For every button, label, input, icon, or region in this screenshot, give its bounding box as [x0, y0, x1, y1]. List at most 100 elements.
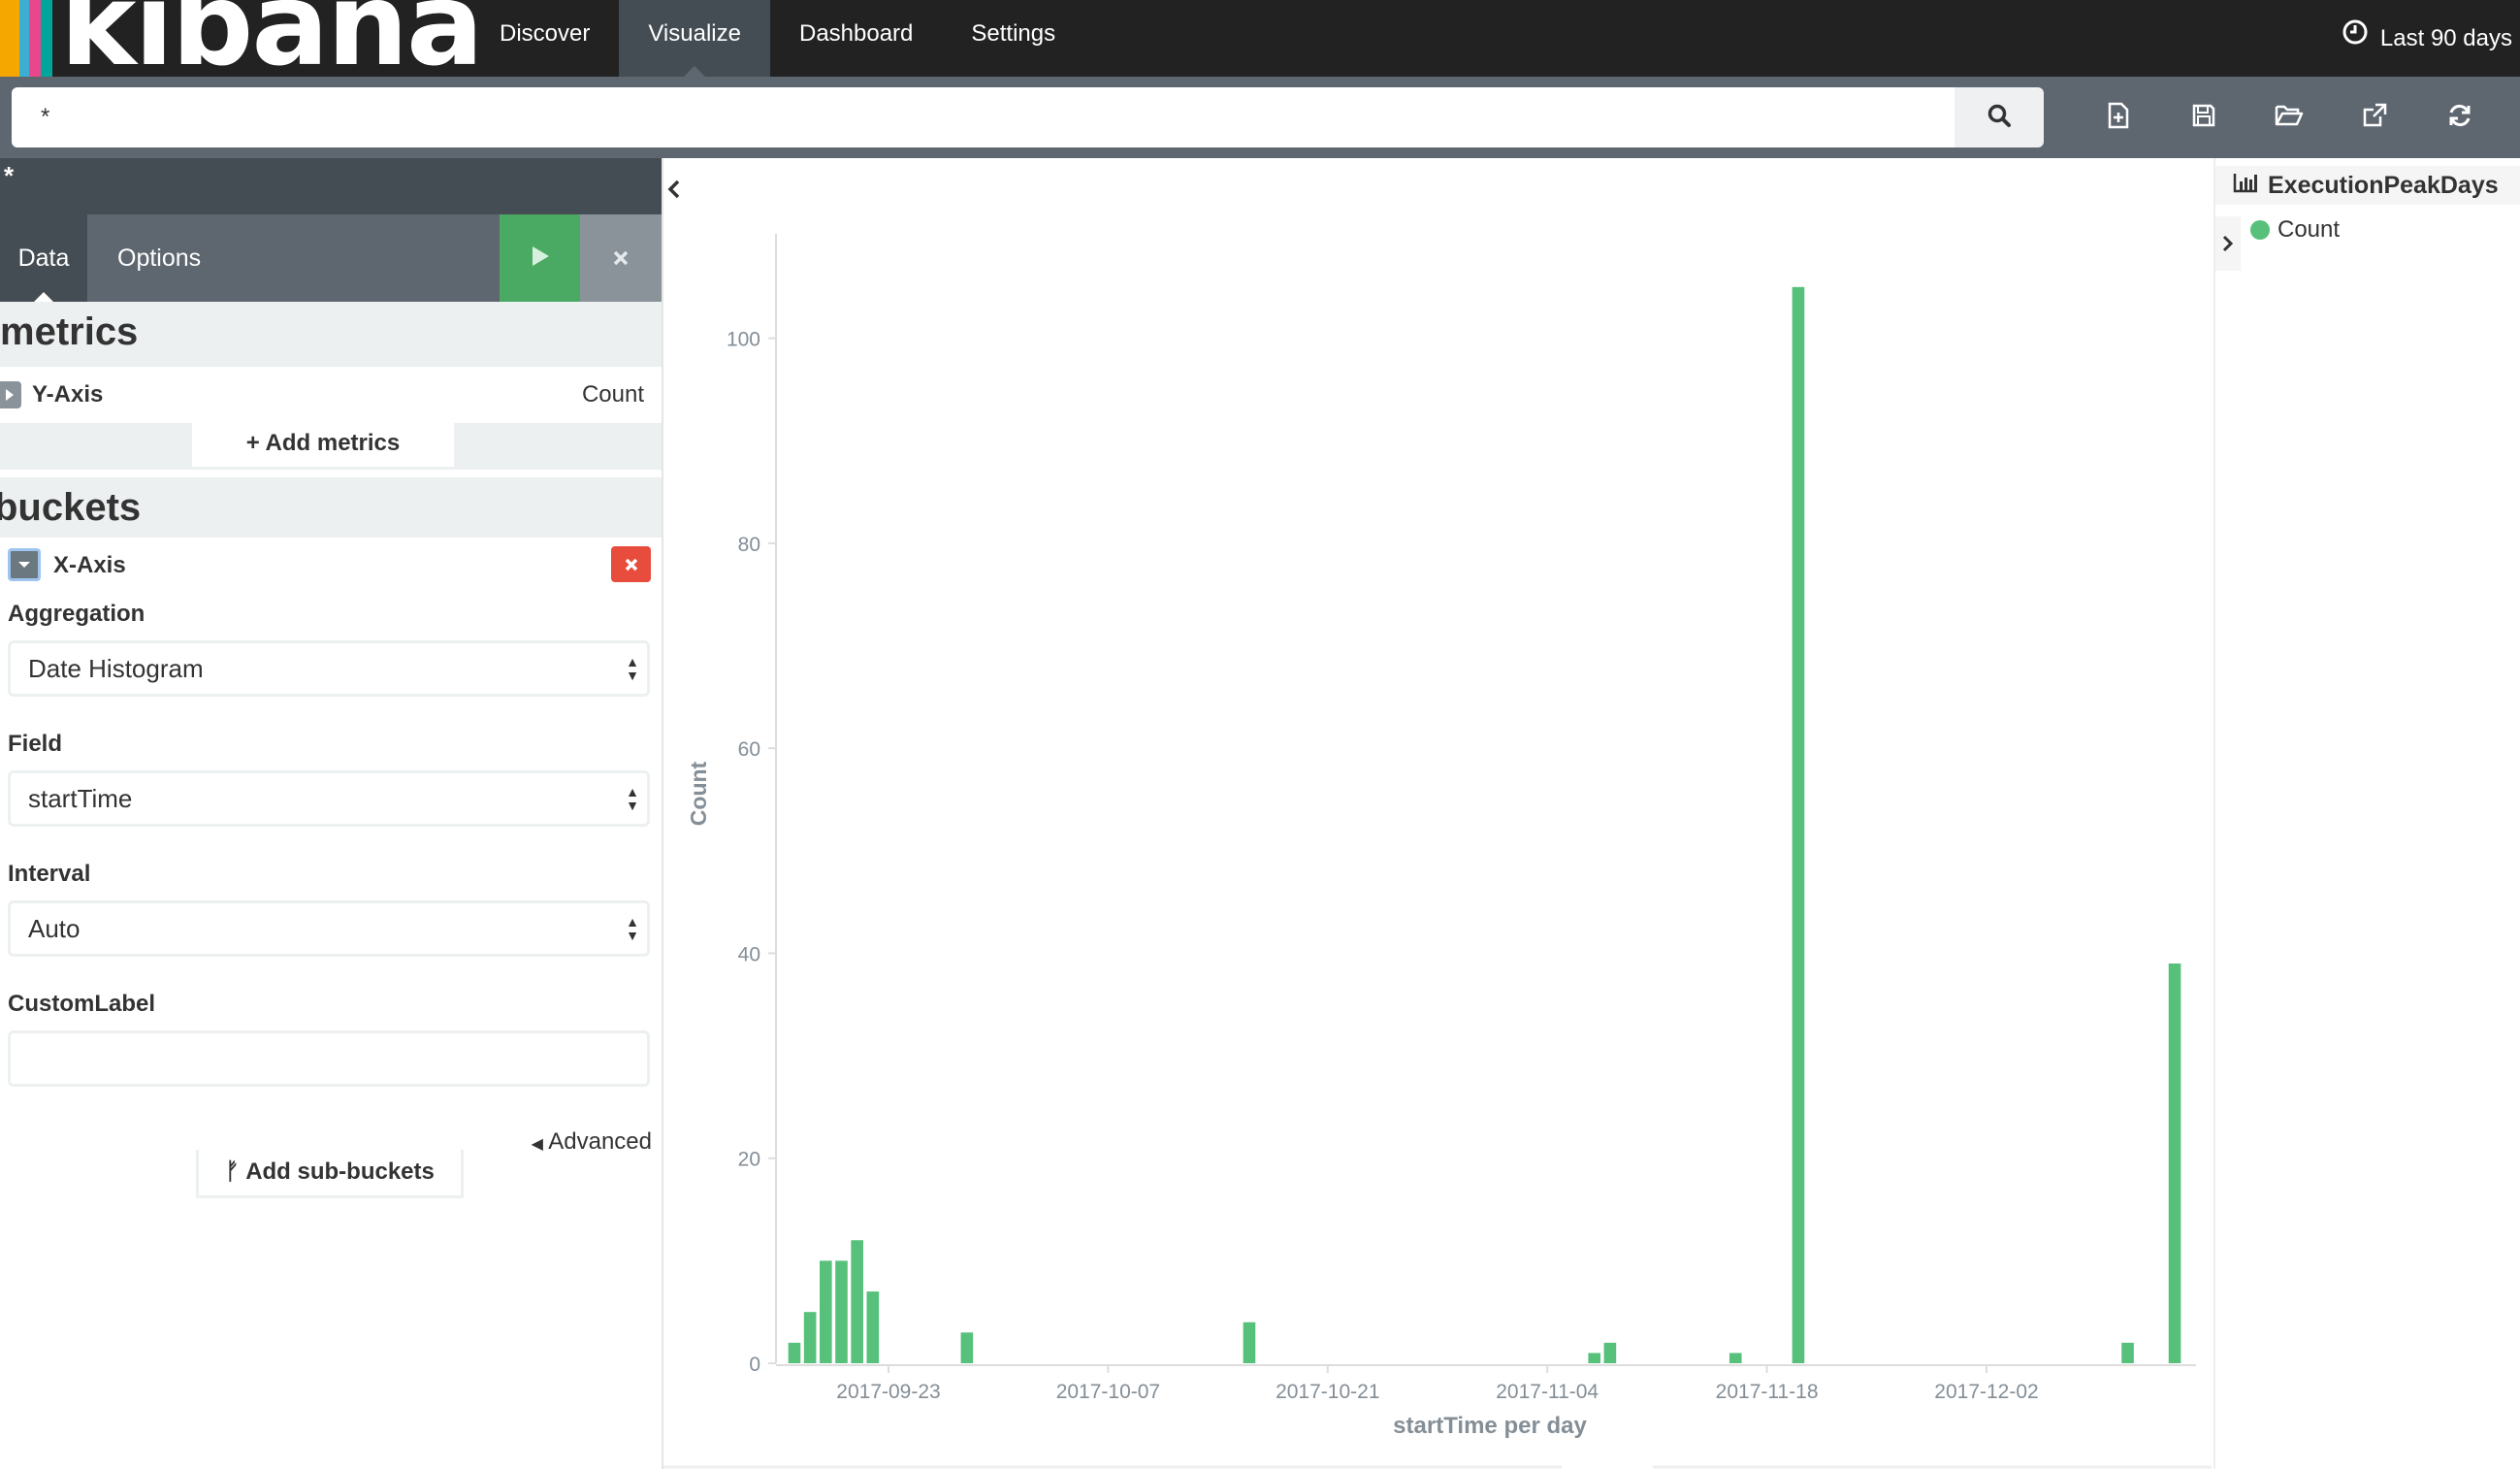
nav-tab-dashboard[interactable]: Dashboard [770, 0, 942, 77]
field-select[interactable]: startTime ▲ ▼ [8, 770, 650, 827]
open-button[interactable] [2246, 77, 2332, 158]
bar[interactable] [851, 1240, 863, 1363]
nav-tab-settings[interactable]: Settings [942, 0, 1084, 77]
tab-options[interactable]: Options [117, 214, 201, 302]
x-tick-label: 2017-11-18 [1716, 1381, 1819, 1403]
chevron-right-icon [2222, 235, 2234, 252]
save-button[interactable] [2161, 77, 2246, 158]
nav-tab-visualize[interactable]: Visualize [619, 0, 770, 77]
x-axis-title: startTime per day [1393, 1413, 1587, 1439]
remove-icon [625, 558, 637, 571]
sidebar-tabs: Data Options [0, 214, 662, 302]
share-icon [2361, 102, 2388, 134]
metric-agg-y-axis[interactable]: Y-Axis Count [0, 367, 662, 423]
interval-label: Interval [8, 861, 91, 887]
play-icon [530, 245, 551, 273]
metrics-section-heading: metrics [0, 302, 662, 362]
add-metrics-button[interactable]: + Add metrics [189, 423, 457, 470]
bar[interactable] [1728, 1353, 1742, 1363]
search-input[interactable] [12, 87, 1955, 147]
aggregation-label: Aggregation [8, 601, 145, 627]
y-tick-label: 40 [738, 943, 760, 965]
select-arrows-icon: ▲ ▼ [626, 914, 639, 943]
search-button[interactable] [1955, 87, 2044, 147]
field-select-value: startTime [28, 784, 133, 813]
kibana-logo-stripes [0, 0, 68, 77]
refresh-icon [2446, 102, 2473, 134]
bucket-agg-x-axis[interactable]: X-Axis [0, 542, 662, 599]
bar[interactable] [1792, 286, 1805, 1364]
bar[interactable] [1603, 1342, 1617, 1363]
bar-chart: 0 20 40 60 80 100 2017-09-23 2017-10-07 2017-10… [663, 234, 2212, 1469]
y-tick-label: 80 [738, 534, 760, 556]
x-axis: 2017-09-23 2017-10-07 2017-10-21 2017-11-04… [776, 1364, 2196, 1403]
chart-legend: ExecutionPeakDays Count [2213, 158, 2520, 1469]
tab-data[interactable]: Data [0, 214, 87, 302]
discard-changes-button[interactable] [580, 214, 662, 302]
share-button[interactable] [2332, 77, 2417, 158]
add-sub-buckets-label: Add sub-buckets [245, 1159, 435, 1185]
legend-header: ExecutionPeakDays [2215, 166, 2520, 205]
visualize-toolbar [2076, 77, 2503, 158]
bar[interactable] [820, 1260, 832, 1363]
legend-toggle-button[interactable] [2215, 216, 2241, 271]
remove-bucket-button[interactable] [611, 546, 651, 582]
select-arrows-icon: ▲ ▼ [626, 784, 639, 813]
y-tick-label: 20 [738, 1149, 760, 1171]
bar[interactable] [2121, 1342, 2134, 1363]
select-arrows-icon: ▲ ▼ [626, 654, 639, 683]
y-tick-label: 0 [749, 1354, 760, 1376]
bar[interactable] [2168, 963, 2181, 1363]
bar[interactable] [835, 1260, 848, 1363]
interval-select-value: Auto [28, 914, 81, 943]
bar[interactable] [1588, 1353, 1601, 1363]
x-tick-label: 2017-10-21 [1276, 1381, 1379, 1403]
custom-label-input[interactable] [8, 1030, 650, 1087]
legend-title: ExecutionPeakDays [2268, 171, 2499, 199]
interval-select[interactable]: Auto ▲ ▼ [8, 900, 650, 957]
new-visualization-icon [2106, 102, 2131, 134]
metrics-heading-text: metrics [0, 310, 139, 353]
y-axis: 0 20 40 60 80 100 [727, 234, 777, 1376]
add-sub-buckets-button[interactable]: ᚠ Add sub-buckets [196, 1150, 464, 1198]
search-bar [0, 77, 2520, 158]
apply-changes-button[interactable] [500, 214, 580, 302]
x-tick-label: 2017-12-02 [1934, 1381, 2038, 1403]
top-navigation-bar: kibana Discover Visualize Dashboard Sett… [0, 0, 2520, 82]
y-axis-label: Y-Axis [32, 381, 104, 408]
legend-color-dot [2250, 220, 2270, 240]
y-tick-label: 60 [738, 738, 760, 761]
aggregation-select[interactable]: Date Histogram ▲ ▼ [8, 640, 650, 697]
legend-item-count[interactable]: Count [2250, 216, 2340, 244]
bar[interactable] [866, 1291, 880, 1363]
bar[interactable] [1243, 1322, 1256, 1363]
time-picker-label: Last 90 days [2379, 24, 2512, 51]
buckets-section-heading: buckets [0, 477, 662, 538]
aggregation-select-value: Date Histogram [28, 654, 204, 683]
main-nav-tabs: Discover Visualize Dashboard Settings [470, 0, 1084, 77]
y-axis-title: Count [686, 761, 711, 826]
refresh-button[interactable] [2417, 77, 2503, 158]
chevron-right-icon[interactable] [0, 381, 21, 408]
clock-icon [2342, 4, 2369, 74]
open-icon [2275, 103, 2304, 133]
bar[interactable] [803, 1312, 817, 1363]
kibana-logo-text[interactable]: kibana [60, 0, 484, 82]
add-metrics-label: Add metrics [265, 430, 401, 456]
time-picker[interactable]: Last 90 days [2342, 0, 2512, 77]
field-label: Field [8, 731, 63, 757]
chart-bars [788, 286, 2181, 1364]
chevron-down-icon[interactable] [8, 548, 41, 581]
advanced-toggle[interactable]: ◀ Advanced [532, 1128, 652, 1156]
nav-tab-discover[interactable]: Discover [470, 0, 619, 77]
new-visualization-button[interactable] [2076, 77, 2161, 158]
sidebar-title: * [0, 158, 662, 214]
bar[interactable] [788, 1342, 801, 1363]
advanced-label: Advanced [548, 1128, 652, 1155]
x-axis-label: X-Axis [53, 552, 126, 578]
bar[interactable] [960, 1332, 974, 1363]
x-tick-label: 2017-09-23 [836, 1381, 940, 1403]
branch-icon: ᚠ [225, 1159, 240, 1185]
x-tick-label: 2017-11-04 [1496, 1381, 1599, 1403]
caret-left-icon: ◀ [531, 1136, 543, 1153]
